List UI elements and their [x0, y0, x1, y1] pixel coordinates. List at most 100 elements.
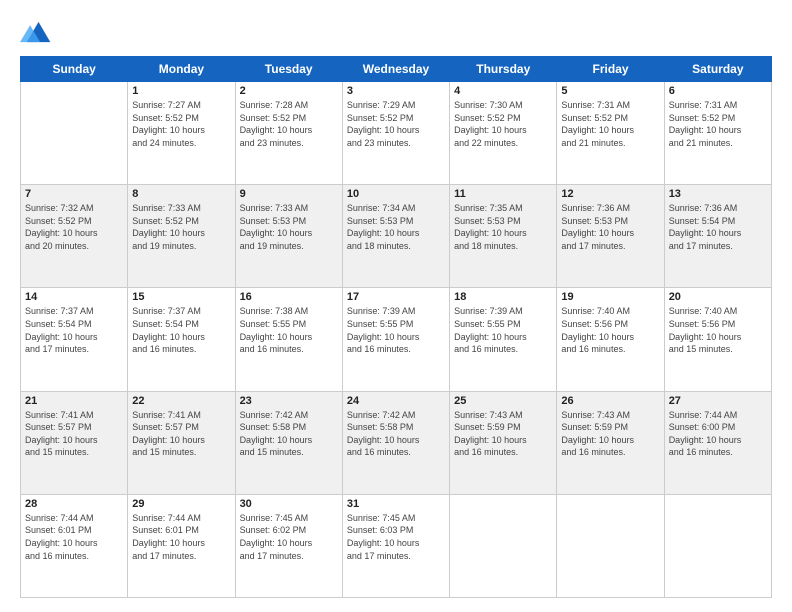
- calendar-cell: 4 Sunrise: 7:30 AM Sunset: 5:52 PM Daylig…: [450, 82, 557, 185]
- calendar-cell: 18 Sunrise: 7:39 AM Sunset: 5:55 PM Dayli…: [450, 288, 557, 391]
- day-info: Sunrise: 7:35 AM Sunset: 5:53 PM Dayligh…: [454, 202, 552, 252]
- day-number: 17: [347, 291, 445, 303]
- day-number: 19: [561, 291, 659, 303]
- day-number: 21: [25, 395, 123, 407]
- day-info: Sunrise: 7:32 AM Sunset: 5:52 PM Dayligh…: [25, 202, 123, 252]
- calendar-cell: 5Sunrise: 7:31 AM Sunset: 5:52 PM Daylig…: [557, 82, 664, 185]
- day-number: 3: [347, 85, 445, 97]
- calendar-cell: 31 Sunrise: 7:45 AM Sunset: 6:03 PM Dayli…: [342, 494, 449, 597]
- day-number: 16: [240, 291, 338, 303]
- day-number: 18: [454, 291, 552, 303]
- day-number: 20: [669, 291, 767, 303]
- calendar-cell: 16 Sunrise: 7:38 AM Sunset: 5:55 PM Dayli…: [235, 288, 342, 391]
- day-info: Sunrise: 7:34 AM Sunset: 5:53 PM Dayligh…: [347, 202, 445, 252]
- day-number: 1: [132, 85, 230, 97]
- day-info: Sunrise: 7:37 AM Sunset: 5:54 PM Dayligh…: [25, 305, 123, 355]
- weekday-header-sunday: Sunday: [21, 57, 128, 82]
- day-info: Sunrise: 7:43 AM Sunset: 5:59 PM Dayligh…: [561, 409, 659, 459]
- calendar-cell: 14 Sunrise: 7:37 AM Sunset: 5:54 PM Dayli…: [21, 288, 128, 391]
- calendar-cell: 9 Sunrise: 7:33 AM Sunset: 5:53 PM Daylig…: [235, 185, 342, 288]
- day-number: 4: [454, 85, 552, 97]
- day-info: Sunrise: 7:37 AM Sunset: 5:54 PM Dayligh…: [132, 305, 230, 355]
- day-info: Sunrise: 7:31 AM Sunset: 5:52 PM Dayligh…: [669, 99, 767, 149]
- calendar-cell: 21 Sunrise: 7:41 AM Sunset: 5:57 PM Dayli…: [21, 391, 128, 494]
- day-info: Sunrise: 7:33 AM Sunset: 5:52 PM Dayligh…: [132, 202, 230, 252]
- calendar-cell: 19 Sunrise: 7:40 AM Sunset: 5:56 PM Dayli…: [557, 288, 664, 391]
- day-number: 9: [240, 188, 338, 200]
- day-number: 8: [132, 188, 230, 200]
- calendar-cell: 27 Sunrise: 7:44 AM Sunset: 6:00 PM Dayli…: [664, 391, 771, 494]
- calendar-cell: 20 Sunrise: 7:40 AM Sunset: 5:56 PM Dayli…: [664, 288, 771, 391]
- day-info: Sunrise: 7:41 AM Sunset: 5:57 PM Dayligh…: [25, 409, 123, 459]
- day-info: Sunrise: 7:28 AM Sunset: 5:52 PM Dayligh…: [240, 99, 338, 149]
- day-info: Sunrise: 7:33 AM Sunset: 5:53 PM Dayligh…: [240, 202, 338, 252]
- day-number: 31: [347, 498, 445, 510]
- day-number: 13: [669, 188, 767, 200]
- calendar-cell: 30 Sunrise: 7:45 AM Sunset: 6:02 PM Dayli…: [235, 494, 342, 597]
- calendar-week-row: 1 Sunrise: 7:27 AM Sunset: 5:52 PM Daylig…: [21, 82, 772, 185]
- calendar-table: SundayMondayTuesdayWednesdayThursdayFrid…: [20, 56, 772, 598]
- calendar-cell: 29 Sunrise: 7:44 AM Sunset: 6:01 PM Dayli…: [128, 494, 235, 597]
- page: SundayMondayTuesdayWednesdayThursdayFrid…: [0, 0, 792, 612]
- day-info: Sunrise: 7:42 AM Sunset: 5:58 PM Dayligh…: [240, 409, 338, 459]
- calendar-cell: 3 Sunrise: 7:29 AM Sunset: 5:52 PM Daylig…: [342, 82, 449, 185]
- day-number: 10: [347, 188, 445, 200]
- calendar-cell: 23Sunrise: 7:42 AM Sunset: 5:58 PM Dayli…: [235, 391, 342, 494]
- day-number: 14: [25, 291, 123, 303]
- day-number: 30: [240, 498, 338, 510]
- calendar-week-row: 21 Sunrise: 7:41 AM Sunset: 5:57 PM Dayli…: [21, 391, 772, 494]
- day-info: Sunrise: 7:44 AM Sunset: 6:00 PM Dayligh…: [669, 409, 767, 459]
- calendar-cell: 10 Sunrise: 7:34 AM Sunset: 5:53 PM Dayli…: [342, 185, 449, 288]
- day-info: Sunrise: 7:36 AM Sunset: 5:53 PM Dayligh…: [561, 202, 659, 252]
- day-info: Sunrise: 7:45 AM Sunset: 6:02 PM Dayligh…: [240, 512, 338, 562]
- header: [20, 18, 772, 46]
- day-info: Sunrise: 7:42 AM Sunset: 5:58 PM Dayligh…: [347, 409, 445, 459]
- day-info: Sunrise: 7:38 AM Sunset: 5:55 PM Dayligh…: [240, 305, 338, 355]
- day-number: 25: [454, 395, 552, 407]
- day-info: Sunrise: 7:39 AM Sunset: 5:55 PM Dayligh…: [347, 305, 445, 355]
- day-info: Sunrise: 7:40 AM Sunset: 5:56 PM Dayligh…: [669, 305, 767, 355]
- day-number: 28: [25, 498, 123, 510]
- day-info: Sunrise: 7:44 AM Sunset: 6:01 PM Dayligh…: [132, 512, 230, 562]
- calendar-cell: 25 Sunrise: 7:43 AM Sunset: 5:59 PM Dayli…: [450, 391, 557, 494]
- weekday-header-monday: Monday: [128, 57, 235, 82]
- calendar-week-row: 28 Sunrise: 7:44 AM Sunset: 6:01 PM Dayli…: [21, 494, 772, 597]
- day-number: 11: [454, 188, 552, 200]
- calendar-cell: 26 Sunrise: 7:43 AM Sunset: 5:59 PM Dayli…: [557, 391, 664, 494]
- calendar-cell: 17 Sunrise: 7:39 AM Sunset: 5:55 PM Dayli…: [342, 288, 449, 391]
- calendar-cell: 8 Sunrise: 7:33 AM Sunset: 5:52 PM Daylig…: [128, 185, 235, 288]
- day-number: 15: [132, 291, 230, 303]
- day-number: 27: [669, 395, 767, 407]
- calendar-cell: [21, 82, 128, 185]
- day-info: Sunrise: 7:39 AM Sunset: 5:55 PM Dayligh…: [454, 305, 552, 355]
- day-number: 22: [132, 395, 230, 407]
- calendar-cell: 12Sunrise: 7:36 AM Sunset: 5:53 PM Dayli…: [557, 185, 664, 288]
- calendar-week-row: 14 Sunrise: 7:37 AM Sunset: 5:54 PM Dayli…: [21, 288, 772, 391]
- day-number: 26: [561, 395, 659, 407]
- calendar-cell: 24 Sunrise: 7:42 AM Sunset: 5:58 PM Dayli…: [342, 391, 449, 494]
- calendar-cell: 1 Sunrise: 7:27 AM Sunset: 5:52 PM Daylig…: [128, 82, 235, 185]
- weekday-header-saturday: Saturday: [664, 57, 771, 82]
- calendar-cell: 15 Sunrise: 7:37 AM Sunset: 5:54 PM Dayli…: [128, 288, 235, 391]
- logo: [20, 18, 56, 46]
- weekday-header-friday: Friday: [557, 57, 664, 82]
- calendar-cell: 2Sunrise: 7:28 AM Sunset: 5:52 PM Daylig…: [235, 82, 342, 185]
- calendar-cell: 7 Sunrise: 7:32 AM Sunset: 5:52 PM Daylig…: [21, 185, 128, 288]
- day-info: Sunrise: 7:27 AM Sunset: 5:52 PM Dayligh…: [132, 99, 230, 149]
- weekday-header-wednesday: Wednesday: [342, 57, 449, 82]
- day-number: 24: [347, 395, 445, 407]
- day-info: Sunrise: 7:40 AM Sunset: 5:56 PM Dayligh…: [561, 305, 659, 355]
- calendar-cell: 28 Sunrise: 7:44 AM Sunset: 6:01 PM Dayli…: [21, 494, 128, 597]
- day-info: Sunrise: 7:43 AM Sunset: 5:59 PM Dayligh…: [454, 409, 552, 459]
- calendar-cell: [664, 494, 771, 597]
- day-info: Sunrise: 7:44 AM Sunset: 6:01 PM Dayligh…: [25, 512, 123, 562]
- logo-icon: [20, 18, 52, 46]
- day-info: Sunrise: 7:45 AM Sunset: 6:03 PM Dayligh…: [347, 512, 445, 562]
- day-number: 7: [25, 188, 123, 200]
- weekday-header-thursday: Thursday: [450, 57, 557, 82]
- day-info: Sunrise: 7:29 AM Sunset: 5:52 PM Dayligh…: [347, 99, 445, 149]
- calendar-cell: 13Sunrise: 7:36 AM Sunset: 5:54 PM Dayli…: [664, 185, 771, 288]
- day-info: Sunrise: 7:30 AM Sunset: 5:52 PM Dayligh…: [454, 99, 552, 149]
- day-number: 29: [132, 498, 230, 510]
- day-info: Sunrise: 7:41 AM Sunset: 5:57 PM Dayligh…: [132, 409, 230, 459]
